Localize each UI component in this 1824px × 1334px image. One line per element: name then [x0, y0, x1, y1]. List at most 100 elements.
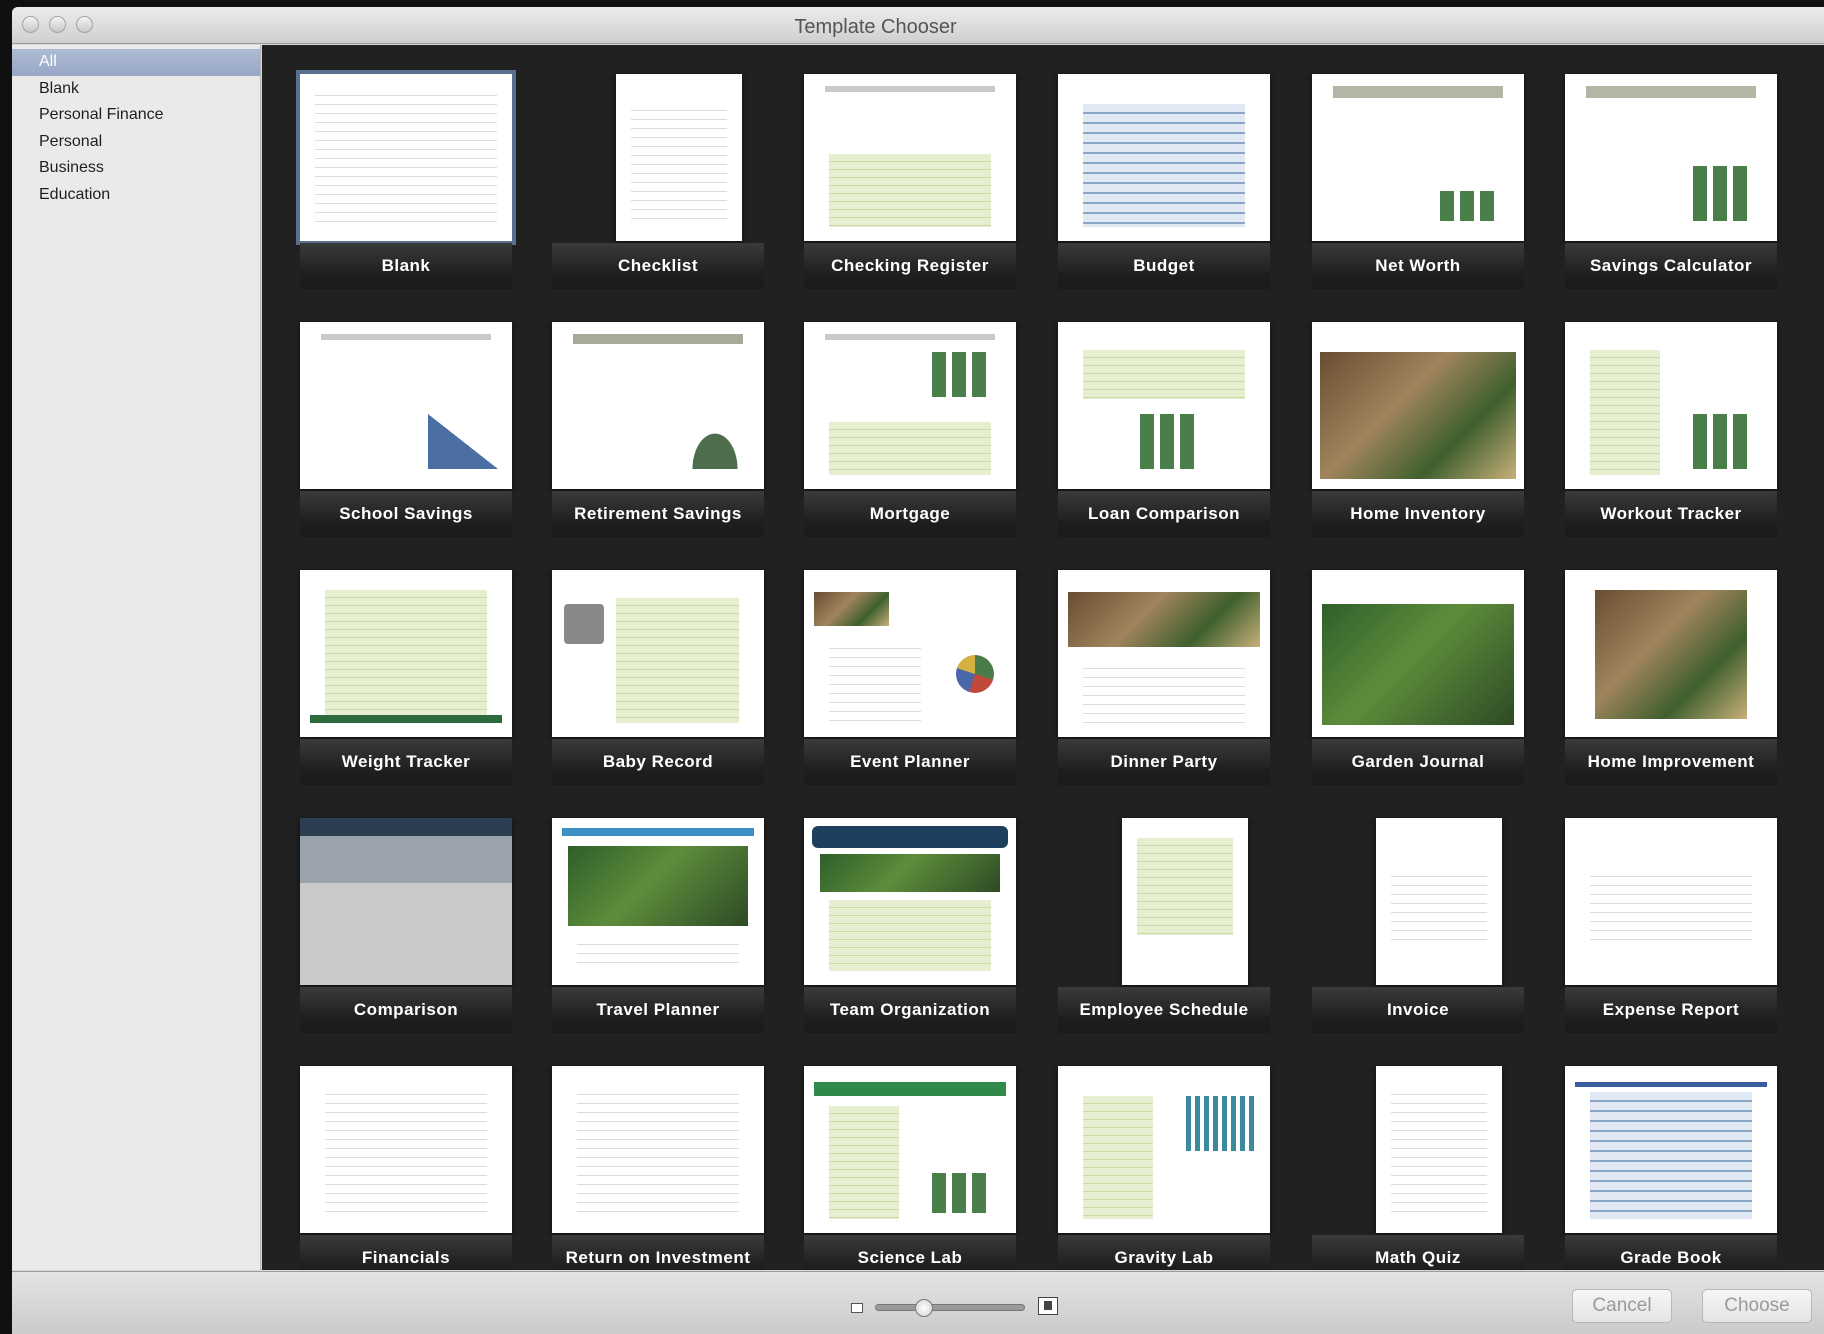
template-tile[interactable]: Dinner Party: [1058, 570, 1270, 810]
small-thumbnail-icon[interactable]: [851, 1303, 863, 1313]
template-thumbnail[interactable]: [300, 570, 512, 737]
template-thumbnail[interactable]: [804, 1066, 1016, 1233]
template-label: Employee Schedule: [1058, 987, 1270, 1033]
template-tile[interactable]: Invoice: [1312, 818, 1524, 1058]
template-thumbnail[interactable]: [1565, 570, 1777, 737]
template-thumbnail[interactable]: [1376, 1066, 1502, 1233]
template-label: Gravity Lab: [1058, 1235, 1270, 1270]
template-tile[interactable]: School Savings: [300, 322, 512, 562]
template-label: Financials: [300, 1235, 512, 1270]
template-label: Expense Report: [1565, 987, 1777, 1033]
template-tile[interactable]: Travel Planner: [552, 818, 764, 1058]
template-tile[interactable]: Expense Report: [1565, 818, 1777, 1058]
template-thumbnail[interactable]: [616, 74, 742, 241]
sidebar-item-blank[interactable]: Blank: [12, 76, 260, 103]
template-tile[interactable]: Baby Record: [552, 570, 764, 810]
template-thumbnail[interactable]: [804, 570, 1016, 737]
template-label: Comparison: [300, 987, 512, 1033]
template-tile[interactable]: Home Improvement: [1565, 570, 1777, 810]
template-thumbnail[interactable]: [804, 818, 1016, 985]
template-chooser-window: Template Chooser All Blank Personal Fina…: [12, 7, 1824, 1334]
template-thumbnail[interactable]: [552, 322, 764, 489]
template-thumbnail[interactable]: [1376, 818, 1502, 985]
template-label: Home Improvement: [1565, 739, 1777, 785]
sidebar-item-all[interactable]: All: [12, 49, 260, 76]
template-thumbnail[interactable]: [1312, 74, 1524, 241]
template-tile[interactable]: Grade Book: [1565, 1066, 1777, 1270]
template-tile[interactable]: Garden Journal: [1312, 570, 1524, 810]
template-label: Science Lab: [804, 1235, 1016, 1270]
template-tile[interactable]: Loan Comparison: [1058, 322, 1270, 562]
template-tile[interactable]: Mortgage: [804, 322, 1016, 562]
template-label: Checklist: [552, 243, 764, 289]
sidebar-item-business[interactable]: Business: [12, 155, 260, 182]
template-label: Workout Tracker: [1565, 491, 1777, 537]
template-tile[interactable]: Financials: [300, 1066, 512, 1270]
template-label: Budget: [1058, 243, 1270, 289]
bottom-toolbar: Cancel Choose: [12, 1271, 1824, 1334]
template-thumbnail[interactable]: [296, 70, 516, 245]
template-label: Loan Comparison: [1058, 491, 1270, 537]
template-thumbnail[interactable]: [1312, 570, 1524, 737]
cancel-button[interactable]: Cancel: [1572, 1289, 1672, 1323]
template-tile[interactable]: Blank: [296, 70, 516, 314]
template-label: Blank: [300, 243, 512, 289]
template-label: Dinner Party: [1058, 739, 1270, 785]
slider-knob[interactable]: [915, 1299, 933, 1317]
window-title: Template Chooser: [794, 16, 957, 38]
template-thumbnail[interactable]: [1058, 74, 1270, 241]
template-label: Team Organization: [804, 987, 1016, 1033]
template-thumbnail[interactable]: [1565, 1066, 1777, 1233]
template-tile[interactable]: Team Organization: [804, 818, 1016, 1058]
template-label: Weight Tracker: [300, 739, 512, 785]
template-thumbnail[interactable]: [300, 1066, 512, 1233]
template-thumbnail[interactable]: [1565, 322, 1777, 489]
template-label: Invoice: [1312, 987, 1524, 1033]
choose-button[interactable]: Choose: [1702, 1289, 1812, 1323]
template-label: Checking Register: [804, 243, 1016, 289]
template-tile[interactable]: Employee Schedule: [1058, 818, 1270, 1058]
template-thumbnail[interactable]: [1122, 818, 1248, 985]
template-tile[interactable]: Weight Tracker: [300, 570, 512, 810]
template-thumbnail[interactable]: [300, 818, 512, 985]
template-tile[interactable]: Home Inventory: [1312, 322, 1524, 562]
thumbnail-size-slider[interactable]: [875, 1299, 1025, 1317]
template-tile[interactable]: Checking Register: [804, 74, 1016, 314]
template-thumbnail[interactable]: [552, 570, 764, 737]
template-tile[interactable]: Event Planner: [804, 570, 1016, 810]
sidebar-item-education[interactable]: Education: [12, 182, 260, 209]
template-label: Travel Planner: [552, 987, 764, 1033]
template-label: Savings Calculator: [1565, 243, 1777, 289]
template-label: Mortgage: [804, 491, 1016, 537]
template-thumbnail[interactable]: [1058, 570, 1270, 737]
template-tile[interactable]: Checklist: [552, 74, 764, 314]
template-thumbnail[interactable]: [552, 818, 764, 985]
large-thumbnail-icon[interactable]: [1038, 1297, 1058, 1315]
template-label: Baby Record: [552, 739, 764, 785]
template-thumbnail[interactable]: [300, 322, 512, 489]
template-label: School Savings: [300, 491, 512, 537]
template-tile[interactable]: Retirement Savings: [552, 322, 764, 562]
template-label: Garden Journal: [1312, 739, 1524, 785]
template-thumbnail[interactable]: [1312, 322, 1524, 489]
template-thumbnail[interactable]: [1058, 1066, 1270, 1233]
template-thumbnail[interactable]: [1565, 818, 1777, 985]
sidebar-item-personal[interactable]: Personal: [12, 129, 260, 156]
template-thumbnail[interactable]: [804, 74, 1016, 241]
template-tile[interactable]: Savings Calculator: [1565, 74, 1777, 314]
template-label: Event Planner: [804, 739, 1016, 785]
sidebar-item-personal-finance[interactable]: Personal Finance: [12, 102, 260, 129]
template-tile[interactable]: Return on Investment: [552, 1066, 764, 1270]
template-tile[interactable]: Math Quiz: [1312, 1066, 1524, 1270]
template-tile[interactable]: Comparison: [300, 818, 512, 1058]
template-label: Retirement Savings: [552, 491, 764, 537]
template-tile[interactable]: Net Worth: [1312, 74, 1524, 314]
template-thumbnail[interactable]: [552, 1066, 764, 1233]
template-tile[interactable]: Budget: [1058, 74, 1270, 314]
template-tile[interactable]: Science Lab: [804, 1066, 1016, 1270]
template-thumbnail[interactable]: [1565, 74, 1777, 241]
template-thumbnail[interactable]: [804, 322, 1016, 489]
template-tile[interactable]: Gravity Lab: [1058, 1066, 1270, 1270]
template-thumbnail[interactable]: [1058, 322, 1270, 489]
template-tile[interactable]: Workout Tracker: [1565, 322, 1777, 562]
